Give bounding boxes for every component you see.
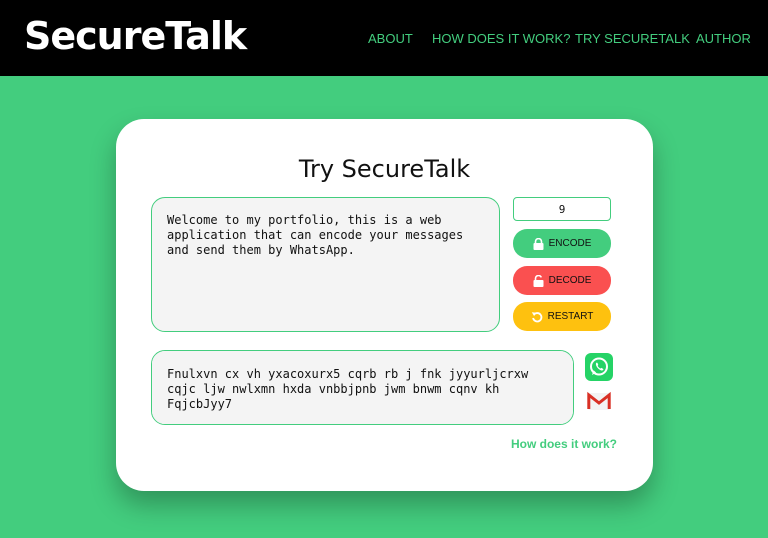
nav-try-securetalk[interactable]: TRY SECURETALK bbox=[575, 31, 690, 46]
key-input[interactable] bbox=[513, 197, 611, 221]
nav-author[interactable]: AUTHOR bbox=[696, 31, 751, 46]
whatsapp-icon[interactable] bbox=[585, 353, 613, 381]
restart-button[interactable]: RESTART bbox=[513, 302, 611, 331]
securetalk-card: Try SecureTalk Welcome to my portfolio, … bbox=[116, 119, 653, 491]
card-title: Try SecureTalk bbox=[298, 155, 471, 183]
encoded-output[interactable]: Fnulxvn cx vh yxacoxurx5 cqrb rb j fnk j… bbox=[151, 350, 574, 425]
nav-about[interactable]: ABOUT bbox=[368, 31, 413, 46]
message-input[interactable]: Welcome to my portfolio, this is a web a… bbox=[151, 197, 500, 332]
encode-button[interactable]: ENCODE bbox=[513, 229, 611, 258]
nav-how-it-works[interactable]: HOW DOES IT WORK? bbox=[432, 31, 570, 46]
unlock-icon bbox=[533, 274, 544, 287]
navbar: SecureTalk ABOUT HOW DOES IT WORK? TRY S… bbox=[0, 0, 768, 76]
decode-button[interactable]: DECODE bbox=[513, 266, 611, 295]
restart-label: RESTART bbox=[547, 311, 594, 322]
restart-icon bbox=[531, 311, 543, 323]
decode-label: DECODE bbox=[548, 275, 592, 286]
how-does-it-work-link[interactable]: How does it work? bbox=[511, 437, 617, 451]
nav-links: ABOUT HOW DOES IT WORK? TRY SECURETALK A… bbox=[0, 31, 768, 47]
encode-label: ENCODE bbox=[548, 238, 592, 249]
lock-icon bbox=[533, 237, 544, 250]
gmail-icon[interactable] bbox=[585, 387, 613, 415]
